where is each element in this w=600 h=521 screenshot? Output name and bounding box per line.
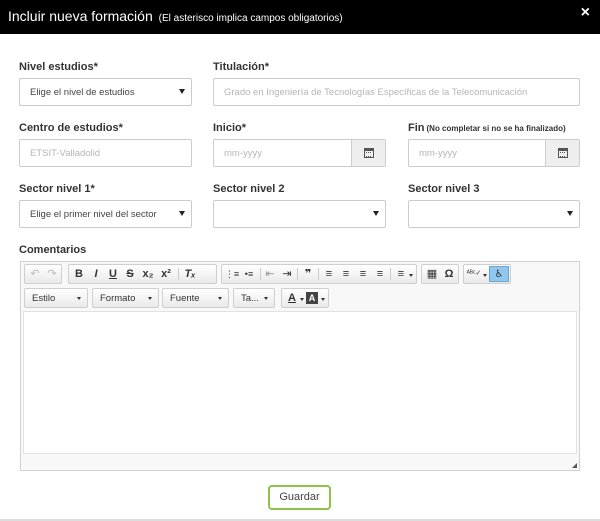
- accessibility-icon[interactable]: ♿: [489, 266, 509, 282]
- centro-label: Centro de estudios*: [19, 122, 123, 134]
- sector2-select[interactable]: [213, 200, 386, 228]
- chevron-down-icon: [77, 297, 81, 300]
- modal-header: Incluir nueva formación (El asterisco im…: [0, 0, 600, 34]
- chevron-down-icon: [218, 297, 222, 300]
- justify-icon[interactable]: ≡: [372, 266, 388, 282]
- special-char-icon[interactable]: Ω: [441, 266, 457, 282]
- format-combo[interactable]: Formato: [92, 288, 159, 308]
- toolbar-separator: [260, 268, 261, 280]
- modal-title-text: Incluir nueva formación: [8, 8, 153, 24]
- colors-group: A A: [281, 288, 329, 308]
- redo-icon[interactable]: ↷: [44, 266, 60, 282]
- fin-label-text: Fin: [408, 122, 425, 134]
- toolbar-separator: [390, 268, 391, 280]
- modal-title: Incluir nueva formación (El asterisco im…: [8, 8, 343, 24]
- remove-format-icon[interactable]: Tₓ: [182, 266, 198, 282]
- save-button[interactable]: Guardar: [268, 485, 331, 510]
- calendar-icon: [558, 148, 568, 158]
- underline-icon[interactable]: U: [105, 266, 121, 282]
- font-combo-label: Fuente: [170, 293, 200, 304]
- editor-content-area[interactable]: [23, 311, 577, 454]
- text-direction-icon[interactable]: ≡: [393, 266, 409, 282]
- style-combo-label: Estilo: [32, 293, 56, 304]
- table-icon[interactable]: ▦: [424, 266, 440, 282]
- centro-input[interactable]: ETSIT-Valladolid: [19, 139, 192, 167]
- superscript-icon[interactable]: x²: [158, 266, 174, 282]
- fin-placeholder: mm-yyyy: [419, 148, 457, 159]
- history-group: ↶ ↷: [24, 264, 62, 284]
- inicio-input[interactable]: mm-yyyy: [213, 139, 386, 167]
- chevron-down-icon: [321, 298, 325, 301]
- bold-icon[interactable]: B: [71, 266, 87, 282]
- insert-group: ▦ Ω: [421, 264, 459, 284]
- text-color-icon[interactable]: A: [284, 290, 300, 306]
- rich-text-editor: ↶ ↷ B I U S x₂ x² Tₓ ⋮≡ •≡ ⇤ ⇥ ❞ ≡ ≡ ≡ ≡: [20, 261, 580, 471]
- editor-toolbar-row-1: ↶ ↷ B I U S x₂ x² Tₓ ⋮≡ •≡ ⇤ ⇥ ❞ ≡ ≡ ≡ ≡: [21, 262, 579, 286]
- sector1-label: Sector nivel 1*: [19, 183, 95, 195]
- modal-title-note: (El asterisco implica campos obligatorio…: [158, 13, 343, 24]
- bulleted-list-icon[interactable]: •≡: [241, 266, 257, 282]
- indent-icon[interactable]: ⇥: [279, 266, 295, 282]
- sector3-label: Sector nivel 3: [408, 183, 480, 195]
- editor-toolbar-row-2: Estilo Formato Fuente Ta... A A: [21, 286, 579, 310]
- comentarios-label: Comentarios: [19, 244, 87, 256]
- fin-input[interactable]: mm-yyyy: [408, 139, 580, 167]
- subscript-icon[interactable]: x₂: [140, 266, 156, 282]
- font-combo[interactable]: Fuente: [162, 288, 229, 308]
- chevron-down-icon: [148, 297, 152, 300]
- titulacion-label: Titulación*: [213, 61, 270, 73]
- align-center-icon[interactable]: ≡: [338, 266, 354, 282]
- nivel-estudios-label: Nivel estudios*: [19, 61, 98, 73]
- inicio-label: Inicio*: [213, 122, 247, 134]
- chevron-down-icon: [409, 274, 413, 277]
- close-icon[interactable]: ×: [581, 5, 590, 21]
- strikethrough-icon[interactable]: S: [122, 266, 138, 282]
- toolbar-separator: [178, 268, 179, 280]
- fin-label: Fin (No completar si no se ha finalizado): [408, 122, 566, 134]
- nivel-estudios-value: Elige el nivel de estudios: [30, 87, 135, 98]
- tools-group: ᴬᴮᶜ✓ ♿: [463, 264, 511, 284]
- outdent-icon[interactable]: ⇤: [262, 266, 278, 282]
- style-combo[interactable]: Estilo: [24, 288, 88, 308]
- toolbar-separator: [297, 268, 298, 280]
- undo-icon[interactable]: ↶: [27, 266, 43, 282]
- calendar-icon: [364, 148, 374, 158]
- chevron-down-icon: [179, 89, 185, 94]
- centro-placeholder: ETSIT-Valladolid: [30, 148, 101, 159]
- fin-calendar-button[interactable]: [545, 140, 579, 166]
- size-combo-label: Ta...: [241, 293, 259, 304]
- inicio-placeholder: mm-yyyy: [224, 148, 262, 159]
- fin-label-note: (No completar si no se ha finalizado): [426, 124, 566, 133]
- sector1-value: Elige el primer nivel del sector: [30, 209, 157, 220]
- basic-styles-group: B I U S x₂ x² Tₓ: [68, 264, 217, 284]
- chevron-down-icon: [179, 211, 185, 216]
- format-combo-label: Formato: [100, 293, 136, 304]
- background-color-icon[interactable]: A: [306, 292, 318, 304]
- inicio-calendar-button[interactable]: [351, 140, 385, 166]
- titulacion-input[interactable]: Grado en Ingeniería de Tecnologías Espec…: [213, 78, 580, 106]
- sector3-select[interactable]: [408, 200, 580, 228]
- paragraph-group: ⋮≡ •≡ ⇤ ⇥ ❞ ≡ ≡ ≡ ≡ ≡: [221, 264, 417, 284]
- size-combo[interactable]: Ta...: [233, 288, 275, 308]
- numbered-list-icon[interactable]: ⋮≡: [224, 266, 240, 282]
- align-right-icon[interactable]: ≡: [355, 266, 371, 282]
- align-left-icon[interactable]: ≡: [321, 266, 337, 282]
- chevron-down-icon: [373, 211, 379, 216]
- italic-icon[interactable]: I: [88, 266, 104, 282]
- chevron-down-icon: [483, 274, 487, 277]
- sector2-label: Sector nivel 2: [213, 183, 285, 195]
- chevron-down-icon: [264, 297, 268, 300]
- toolbar-separator: [318, 268, 319, 280]
- chevron-down-icon: [300, 298, 304, 301]
- resize-handle-icon[interactable]: [572, 463, 577, 468]
- titulacion-placeholder: Grado en Ingeniería de Tecnologías Espec…: [224, 87, 528, 98]
- sector1-select[interactable]: Elige el primer nivel del sector: [19, 200, 192, 228]
- spellcheck-icon[interactable]: ᴬᴮᶜ✓: [466, 266, 482, 282]
- chevron-down-icon: [567, 211, 573, 216]
- blockquote-icon[interactable]: ❞: [300, 266, 316, 282]
- nivel-estudios-select[interactable]: Elige el nivel de estudios: [19, 78, 192, 106]
